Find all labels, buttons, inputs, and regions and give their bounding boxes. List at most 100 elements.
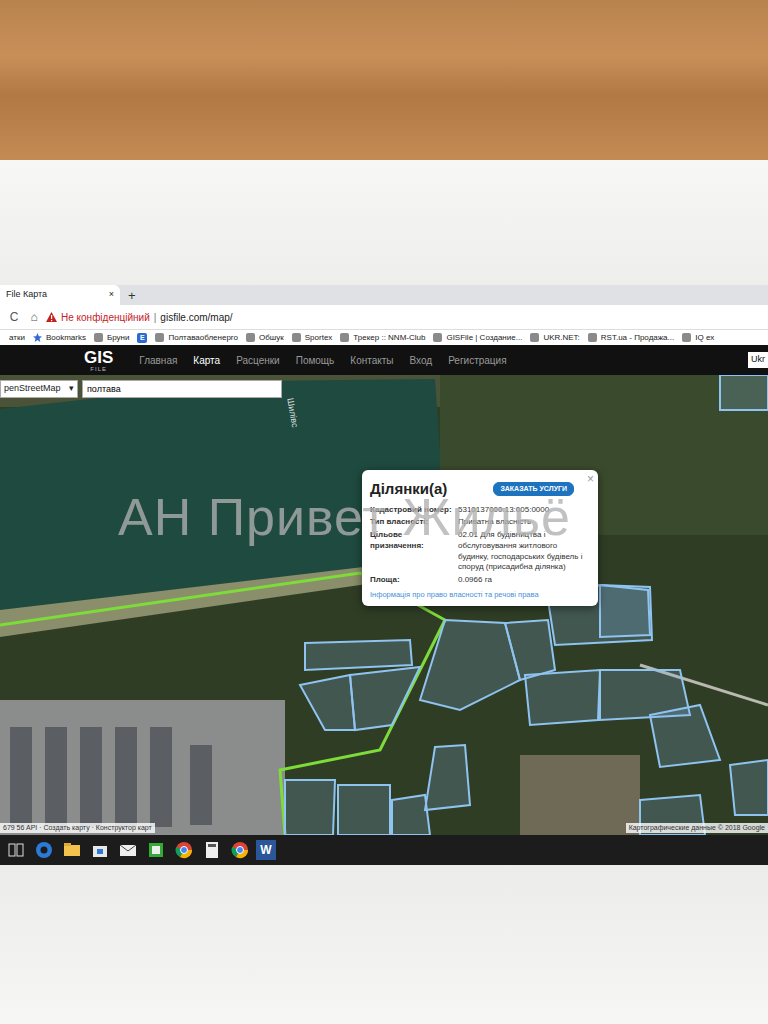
favicon-icon: [94, 333, 103, 342]
taskbar-window[interactable]: [4, 838, 28, 862]
calculator-icon: [200, 838, 224, 862]
browser-tab[interactable]: File Карта ×: [0, 285, 120, 305]
ownership-link[interactable]: Інформація про право власності та речові…: [370, 589, 590, 600]
address-bar: C⌂ Не конфіденційний |gisfile.com/map/: [0, 305, 768, 330]
language-select[interactable]: Ukr: [748, 352, 768, 368]
logo-subtext: FILE: [90, 366, 107, 372]
bookmark[interactable]: Полтаваобленерго: [155, 332, 238, 344]
bookmark[interactable]: GISFile | Создание...: [433, 332, 522, 344]
dropdown-arrow: ▾: [69, 382, 74, 396]
site-navbar: GISFILE ГлавнаяКартаРасценкиПомощьКонтакт…: [0, 345, 768, 375]
home-button[interactable]: ⌂: [26, 308, 42, 326]
bookmark-label: RST.ua - Продажа...: [601, 332, 674, 344]
popup-field: Тип власності: Приватна власність: [370, 517, 590, 528]
nav-link[interactable]: Помощь: [288, 353, 343, 368]
warning-icon: [46, 312, 57, 322]
nav-link[interactable]: Регистрация: [440, 353, 514, 368]
nav-link[interactable]: Расценки: [228, 353, 288, 368]
field-value: 0.0966 га: [458, 575, 590, 586]
search-field[interactable]: [82, 380, 282, 398]
bookmark-label: IQ ex: [695, 332, 714, 344]
address-separator: |: [154, 310, 157, 325]
address-url[interactable]: gisfile.com/map/: [160, 310, 232, 325]
tab-title: File Карта: [6, 288, 47, 302]
map-toolbar: penStreetMap ▾: [0, 380, 282, 398]
security-label: Не конфіденційний: [61, 310, 150, 325]
favicon-icon: [155, 333, 164, 342]
map-attribution: Картографические данные © 2018 Google: [626, 823, 768, 834]
taskbar-chrome[interactable]: [172, 838, 196, 862]
nav-link[interactable]: Карта: [185, 353, 228, 368]
bookmark[interactable]: атки: [4, 332, 25, 344]
wooden-table: [0, 0, 768, 160]
bookmark-label: Полтаваобленерго: [168, 332, 238, 344]
tab-strip: File Карта × +: [0, 285, 768, 305]
taskbar-store[interactable]: [88, 838, 112, 862]
chrome-icon: [228, 838, 252, 862]
bookmark[interactable]: Трекер :: NNM-Club: [340, 332, 425, 344]
favicon-icon: [246, 333, 255, 342]
bookmark-label: Bookmarks: [46, 332, 86, 344]
close-button[interactable]: ×: [587, 470, 594, 488]
bookmark[interactable]: Sportex: [292, 332, 333, 344]
field-label: Цільове призначення:: [370, 530, 454, 573]
field-value: 02.01 Для будівництва і обслуговування ж…: [458, 530, 590, 573]
favicon-icon: [682, 333, 691, 342]
map-footer-links[interactable]: 679 56 API · Создать карту · Конструктор…: [0, 823, 155, 834]
bookmark-label: UKR.NET:: [543, 332, 579, 344]
layer-select[interactable]: penStreetMap ▾: [0, 380, 78, 398]
new-tab-button[interactable]: +: [120, 286, 144, 306]
bookmark[interactable]: RST.ua - Продажа...: [588, 332, 674, 344]
favicon-icon: [530, 333, 539, 342]
field-value: 5310137000:13:005:0000: [458, 505, 590, 516]
nav-link[interactable]: Контакты: [342, 353, 401, 368]
bookmark-label: Трекер :: NNM-Club: [353, 332, 425, 344]
taskbar-chrome[interactable]: [228, 838, 252, 862]
favicon-icon: [433, 333, 442, 342]
reload-button[interactable]: C: [6, 308, 22, 326]
app-icon: [144, 838, 168, 862]
taskbar-mail[interactable]: [116, 838, 140, 862]
order-button[interactable]: ЗАКАЗАТЬ УСЛУГИ: [493, 482, 574, 496]
window-icon: [4, 838, 28, 862]
nav-link[interactable]: Вход: [402, 353, 441, 368]
bookmarks-bar: атки Bookmarks Бруни E Полтаваобленерго Обшук…: [0, 330, 768, 345]
bookmark-label: Бруни: [107, 332, 130, 344]
printed-screenshot: File Карта × + C⌂ Не конфіденційний |gisfile…: [0, 285, 768, 865]
taskbar-edge[interactable]: [32, 838, 56, 862]
folder-icon: [4, 333, 5, 342]
bookmark-label: Sportex: [305, 332, 333, 344]
favicon-icon: [292, 333, 301, 342]
bookmark[interactable]: Обшук: [246, 332, 284, 344]
popup-field: Кадастровий номер: 5310137000:13:005:0000: [370, 505, 590, 516]
popup-title: Ділянки(а): [370, 478, 447, 501]
field-label: Тип власності:: [370, 517, 454, 528]
taskbar-folder[interactable]: [60, 838, 84, 862]
bookmark[interactable]: IQ ex: [682, 332, 714, 344]
field-value: Приватна власність: [458, 517, 590, 528]
field-label: Кадастровий номер:: [370, 505, 454, 516]
taskbar-calculator[interactable]: [200, 838, 224, 862]
nav-link[interactable]: Главная: [131, 353, 185, 368]
map[interactable]: penStreetMap▾ШилівсДілянки(а)ЗАКАЗАТЬ УС…: [0, 375, 768, 835]
bookmark[interactable]: E: [137, 333, 147, 343]
star-icon: [33, 333, 42, 342]
chrome-icon: [172, 838, 196, 862]
edge-icon: [32, 838, 56, 862]
taskbar-word[interactable]: W: [256, 840, 276, 860]
tab-close[interactable]: ×: [109, 288, 114, 302]
taskbar-app[interactable]: [144, 838, 168, 862]
bookmark[interactable]: Bookmarks: [33, 332, 86, 344]
popup-field: Цільове призначення:02.01 Для будівництв…: [370, 530, 590, 573]
bookmark-label: атки: [9, 332, 25, 344]
watermark: АН Привет Жильё: [118, 491, 571, 543]
bookmark[interactable]: UKR.NET:: [530, 332, 579, 344]
favicon-icon: [588, 333, 597, 342]
bookmark[interactable]: Бруни: [94, 332, 130, 344]
mail-icon: [116, 838, 140, 862]
layer-name: penStreetMap: [4, 382, 61, 396]
site-logo[interactable]: GISFILE: [84, 349, 113, 372]
logo-text: GIS: [84, 349, 113, 366]
bookmark-label: GISFile | Создание...: [446, 332, 522, 344]
taskbar: W: [0, 835, 768, 865]
